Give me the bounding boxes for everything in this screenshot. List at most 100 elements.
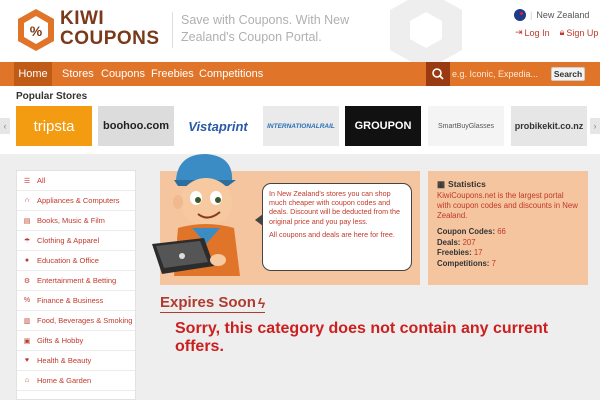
stat-row-freebies: Freebies: 17 [437, 248, 579, 259]
sidebar-item-home[interactable]: ⌂ Home & Garden [17, 371, 135, 391]
store-name: INTERNATIONALRAIL [267, 122, 335, 130]
sidebar-item-label: All [37, 176, 46, 185]
nav-competitions[interactable]: Competitions [199, 62, 263, 86]
book-icon: ▤ [23, 217, 31, 225]
bubble-paragraph-1: In New Zealand's stores you can shop muc… [269, 189, 401, 226]
people-icon: ● [24, 257, 30, 264]
expires-soon-heading: Expires Soon ϟ [160, 294, 266, 313]
popular-stores-carousel: ‹ tripsta boohoo.com Vistaprint INTERNAT… [0, 104, 600, 150]
health-icon: ♥ [24, 357, 30, 364]
stat-label: Deals: [437, 237, 461, 247]
stat-value: 7 [491, 258, 496, 268]
store-name: Vistaprint [188, 118, 248, 134]
auth-links: ⇥ Log In 🔒︎ Sign Up [515, 27, 598, 38]
sidebar-item-label: Food, Beverages & Smoking [37, 316, 133, 325]
store-logo-boohoo[interactable]: boohoo.com [98, 106, 174, 146]
percent-icon: % [23, 297, 31, 304]
stat-value: 17 [473, 248, 483, 257]
country-selector[interactable]: | New Zealand [514, 9, 589, 21]
nav-freebies[interactable]: Freebies [151, 62, 194, 86]
store-logo-groupon[interactable]: GROUPON [345, 106, 421, 146]
login-icon: ⇥ [515, 27, 523, 37]
statistics-title-label: Statistics [448, 179, 486, 189]
search-button[interactable]: Search [551, 67, 585, 81]
site-header: % KIWI COUPONS Save with Coupons. With N… [0, 0, 600, 62]
stat-row-competitions: Competitions: 7 [437, 259, 579, 270]
logo-line1: KIWI [60, 8, 105, 29]
gift-icon: ▣ [23, 337, 31, 345]
carousel-prev-icon[interactable]: ‹ [0, 118, 10, 134]
list-icon: ☰ [23, 177, 31, 185]
category-sidebar: ☰ All ∩ Appliances & Computers ▤ Books, Mus… [16, 170, 136, 400]
signup-label: Sign Up [566, 27, 599, 38]
sidebar-item-food[interactable]: ▥ Food, Beverages & Smoking [17, 311, 135, 331]
sidebar-item-health[interactable]: ♥ Health & Beauty [17, 351, 135, 371]
gear-icon: ⚙ [23, 277, 31, 285]
popular-stores-title: Popular Stores [16, 91, 88, 102]
store-logo-smartbuyglasses[interactable]: SmartBuyGlasses [428, 106, 504, 146]
store-logo-tripsta[interactable]: tripsta [16, 106, 92, 146]
sidebar-item-appliances[interactable]: ∩ Appliances & Computers [17, 191, 135, 211]
stat-label: Competitions: [437, 258, 490, 268]
bubble-paragraph-2: All coupons and deals are here for free. [269, 229, 395, 239]
store-logo-internationalrail[interactable]: INTERNATIONALRAIL [263, 106, 339, 146]
umbrella-icon: ☂ [23, 237, 31, 245]
store-name: GROUPON [354, 120, 412, 132]
stat-value: 66 [497, 227, 506, 236]
search-icon[interactable] [426, 62, 450, 86]
sidebar-item-label: Entertainment & Betting [37, 276, 117, 285]
statistics-description: KiwiCoupons.net is the largest portal wi… [437, 191, 578, 220]
svg-text:%: % [30, 23, 43, 39]
glass-icon: ▥ [23, 317, 31, 325]
sidebar-item-label: Finance & Business [37, 296, 104, 305]
sidebar-item-label: Education & Office [37, 256, 99, 265]
nz-flag-icon [514, 9, 526, 21]
sidebar-item-label: Home & Garden [37, 376, 92, 385]
stat-value: 207 [462, 237, 476, 247]
sidebar-item-label: Health & Beauty [37, 356, 92, 365]
store-name: SmartBuyGlasses [437, 122, 495, 130]
sidebar-item-all[interactable]: ☰ All [17, 171, 135, 191]
store-logo-probikekit[interactable]: probikekit.co.nz [511, 106, 587, 146]
sidebar-item-books[interactable]: ▤ Books, Music & Film [17, 211, 135, 231]
main-nav: Home Stores Coupons Freebies Competition… [0, 62, 600, 86]
sidebar-item-entertainment[interactable]: ⚙ Entertainment & Betting [17, 271, 135, 291]
carousel-next-icon[interactable]: › [590, 118, 600, 134]
lightning-icon: ϟ [257, 294, 266, 311]
search-glyph-icon [432, 68, 444, 80]
nav-coupons[interactable]: Coupons [101, 62, 145, 86]
sidebar-item-finance[interactable]: % Finance & Business [17, 291, 135, 311]
sidebar-item-label: Books, Music & Film [37, 216, 105, 225]
stat-row-deals: Deals: 207 [437, 238, 579, 249]
login-label: Log In [524, 27, 550, 38]
sidebar-item-education[interactable]: ● Education & Office [17, 251, 135, 271]
chart-bar-icon: ▦ [437, 179, 446, 189]
store-name: tripsta [33, 117, 75, 135]
sidebar-item-label: Gifts & Hobby [37, 336, 84, 345]
expires-soon-label: Expires Soon [160, 294, 256, 311]
stat-label: Coupon Codes: [437, 227, 496, 236]
speech-bubble: In New Zealand's stores you can shop muc… [262, 183, 412, 271]
logo-percent-icon[interactable]: % [16, 8, 56, 52]
sidebar-item-gifts[interactable]: ▣ Gifts & Hobby [17, 331, 135, 351]
logo-wordmark[interactable]: KIWI COUPONS [60, 9, 160, 49]
mascot-illustration [152, 154, 240, 276]
logo-line2: COUPONS [60, 28, 160, 49]
decorative-hex-icon [390, 0, 462, 62]
store-logo-vistaprint[interactable]: Vistaprint [180, 106, 256, 146]
empty-category-message: Sorry, this category does not contain an… [175, 320, 549, 355]
sidebar-item-label: Appliances & Computers [37, 196, 120, 205]
stat-row-coupon-codes: Coupon Codes: 66 [437, 227, 579, 238]
lock-icon: 🔒︎ [559, 27, 565, 37]
headphones-icon: ∩ [24, 197, 30, 204]
stat-label: Freebies: [437, 248, 472, 257]
signup-link[interactable]: 🔒︎ Sign Up [560, 27, 599, 38]
nav-stores[interactable]: Stores [62, 62, 94, 86]
site-tagline: Save with Coupons. With New Zealand's Co… [172, 12, 362, 48]
sidebar-item-clothing[interactable]: ☂ Clothing & Apparel [17, 231, 135, 251]
store-name: boohoo.com [103, 120, 169, 132]
login-link[interactable]: ⇥ Log In [515, 27, 550, 38]
sidebar-item-label: Clothing & Apparel [37, 236, 100, 245]
search-input[interactable] [452, 66, 548, 82]
nav-home[interactable]: Home [14, 62, 52, 86]
